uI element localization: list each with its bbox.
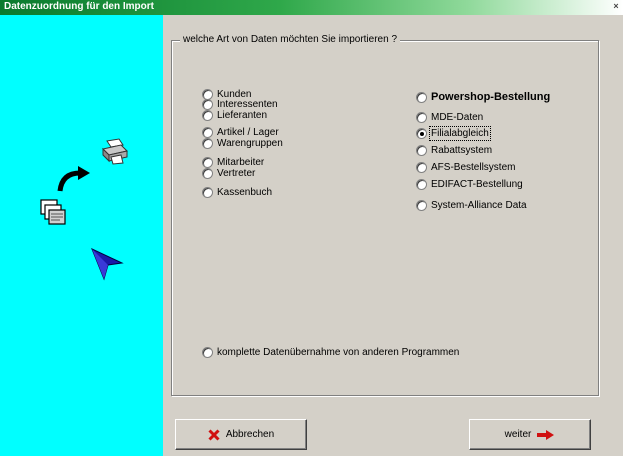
radio-label: Lieferanten (217, 110, 268, 121)
radio-label: MDE-Daten (431, 112, 484, 123)
radio-option-afs-bestellsystem[interactable]: AFS-Bestellsystem (416, 162, 515, 173)
radio-circle[interactable] (202, 157, 213, 168)
radio-option-vertreter[interactable]: Vertreter (202, 168, 255, 179)
radio-circle[interactable] (202, 127, 213, 138)
radio-label: Kassenbuch (217, 187, 273, 198)
group-title: welche Art von Daten möchten Sie importi… (180, 34, 400, 45)
radio-option-kassenbuch[interactable]: Kassenbuch (202, 187, 272, 198)
blue-arrow-cursor-icon (90, 247, 124, 284)
radio-circle[interactable] (416, 179, 427, 190)
radio-circle[interactable] (202, 110, 213, 121)
radio-option-artikel-lager[interactable]: Artikel / Lager (202, 127, 279, 138)
cancel-button[interactable]: Abbrechen (175, 419, 307, 450)
radio-label: System-Alliance Data (431, 200, 527, 211)
radio-label: komplette Datenübernahme von anderen Pro… (217, 347, 460, 358)
documents-stack-icon (38, 198, 70, 231)
radio-circle[interactable] (416, 91, 427, 103)
printer-icon (99, 137, 129, 168)
radio-option-mde-daten[interactable]: MDE-Daten (416, 112, 483, 123)
radio-option-komplette-datenuebernahme[interactable]: komplette Datenübernahme von anderen Pro… (202, 347, 459, 358)
radio-option-system-alliance-data[interactable]: System-Alliance Data (416, 200, 527, 211)
radio-circle[interactable] (416, 162, 427, 173)
radio-label: Artikel / Lager (217, 127, 279, 138)
radio-option-warengruppen[interactable]: Warengruppen (202, 138, 283, 149)
red-arrow-right-icon (537, 429, 555, 440)
radio-option-interessenten[interactable]: Interessenten (202, 99, 278, 110)
radio-circle[interactable] (202, 99, 213, 110)
cancel-button-label: Abbrechen (225, 429, 275, 440)
main-panel: welche Art von Daten möchten Sie importi… (163, 15, 623, 456)
radio-option-powershop-bestellung[interactable]: Powershop-Bestellung (416, 91, 550, 103)
curved-arrow-icon (56, 165, 94, 196)
radio-circle[interactable] (416, 145, 427, 156)
radio-option-filialabgleich[interactable]: Filialabgleich (416, 126, 491, 141)
radio-circle[interactable] (416, 112, 427, 123)
radio-label: Mitarbeiter (217, 157, 265, 168)
radio-option-mitarbeiter[interactable]: Mitarbeiter (202, 157, 264, 168)
radio-label: Vertreter (217, 168, 256, 179)
radio-label: Filialabgleich (429, 126, 491, 141)
radio-label: Rabattsystem (431, 145, 493, 156)
radio-circle[interactable] (202, 168, 213, 179)
red-x-icon (208, 428, 220, 441)
import-dialog-window: Datenzuordnung für den Import × welche A… (0, 0, 623, 456)
close-button[interactable]: × (611, 1, 621, 12)
radio-circle[interactable] (416, 128, 427, 139)
next-button[interactable]: weiter (469, 419, 591, 450)
radio-option-edifact-bestellung[interactable]: EDIFACT-Bestellung (416, 179, 523, 190)
radio-option-rabattsystem[interactable]: Rabattsystem (416, 145, 492, 156)
radio-circle[interactable] (202, 138, 213, 149)
radio-option-lieferanten[interactable]: Lieferanten (202, 110, 267, 121)
radio-label: EDIFACT-Bestellung (431, 179, 523, 190)
radio-circle[interactable] (202, 347, 213, 358)
radio-circle[interactable] (416, 200, 427, 211)
title-bar: Datenzuordnung für den Import × (0, 0, 623, 15)
radio-label: Interessenten (217, 99, 278, 110)
next-button-label: weiter (504, 429, 532, 440)
radio-label: Warengruppen (217, 138, 283, 149)
radio-label: AFS-Bestellsystem (431, 162, 516, 173)
window-title: Datenzuordnung für den Import (4, 1, 154, 12)
sidebar-panel (0, 15, 163, 456)
radio-circle[interactable] (202, 187, 213, 198)
import-type-group: welche Art von Daten möchten Sie importi… (171, 34, 599, 396)
radio-label: Powershop-Bestellung (431, 91, 551, 103)
